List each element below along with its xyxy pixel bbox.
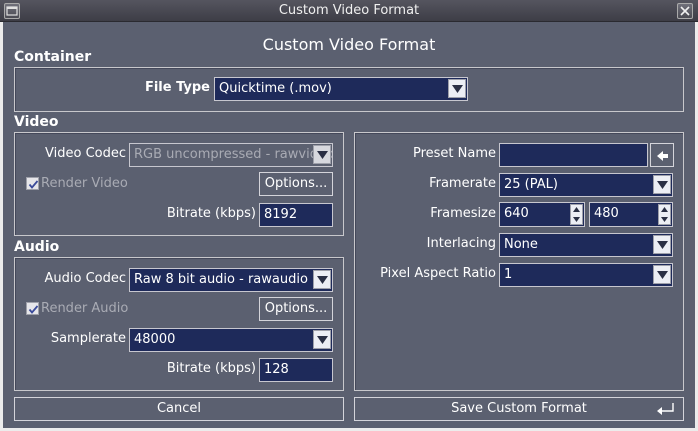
render-video-label: Render Video <box>41 176 128 191</box>
framesize-width-value: 640 <box>504 206 529 221</box>
triangle-down-icon <box>661 217 668 222</box>
audio-codec-value: Raw 8 bit audio - rawaudio <box>134 272 308 287</box>
preset-name-input[interactable] <box>499 143 648 167</box>
video-codec-dropdown-arrow[interactable] <box>313 145 331 164</box>
audio-codec-dropdown-arrow[interactable] <box>313 270 331 289</box>
audio-bitrate-input[interactable]: 128 <box>259 358 333 382</box>
audio-bitrate-label: Bitrate (kbps) <box>166 361 256 376</box>
dialog-heading: Custom Video Format <box>262 35 436 54</box>
spin-down-button[interactable] <box>659 215 670 224</box>
video-bitrate-label: Bitrate (kbps) <box>166 206 256 221</box>
video-codec-dropdown[interactable]: RGB uncompressed - rawvideo <box>129 143 333 167</box>
preset-add-button[interactable] <box>650 143 674 167</box>
enter-return-icon <box>657 403 674 415</box>
samplerate-dropdown-arrow[interactable] <box>313 330 331 349</box>
spin-down-button[interactable] <box>571 215 582 224</box>
audio-section-label: Audio <box>14 239 60 255</box>
interlacing-label: Interlacing <box>426 236 496 251</box>
framerate-label: Framerate <box>429 176 496 191</box>
spin-up-button[interactable] <box>659 205 670 214</box>
triangle-down-icon <box>657 181 668 189</box>
arrow-left-icon <box>657 151 668 161</box>
close-button[interactable] <box>677 3 693 19</box>
window-title: Custom Video Format <box>278 3 420 18</box>
save-custom-format-label: Save Custom Format <box>451 401 587 416</box>
triangle-down-icon <box>317 151 328 159</box>
interlacing-dropdown-arrow[interactable] <box>653 235 671 254</box>
interlacing-value: None <box>504 237 538 252</box>
framesize-height-input[interactable]: 480 <box>589 202 673 227</box>
samplerate-value: 48000 <box>134 332 176 347</box>
render-audio-label: Render Audio <box>41 301 129 316</box>
triangle-down-icon <box>573 217 580 222</box>
triangle-up-icon <box>661 207 668 212</box>
triangle-down-icon <box>317 336 328 344</box>
framerate-dropdown[interactable]: 25 (PAL) <box>499 173 673 197</box>
cancel-button[interactable]: Cancel <box>14 397 344 421</box>
title-bar[interactable]: Custom Video Format <box>0 0 698 22</box>
check-icon <box>28 305 39 314</box>
file-type-label: File Type <box>144 80 210 95</box>
triangle-down-icon <box>317 276 328 284</box>
interlacing-dropdown[interactable]: None <box>499 233 673 257</box>
samplerate-label: Samplerate <box>50 331 126 346</box>
samplerate-dropdown[interactable]: 48000 <box>129 328 333 352</box>
framesize-width-input[interactable]: 640 <box>499 202 585 227</box>
pixel-aspect-ratio-value: 1 <box>504 267 513 282</box>
render-video-checkbox[interactable] <box>26 177 39 190</box>
file-type-dropdown[interactable]: Quicktime (.mov) <box>214 77 468 101</box>
framerate-value: 25 (PAL) <box>504 177 558 192</box>
framesize-width-spinner[interactable] <box>570 204 583 225</box>
pixel-aspect-ratio-dropdown-arrow[interactable] <box>653 265 671 284</box>
render-audio-checkbox[interactable] <box>26 302 39 315</box>
framesize-label: Framesize <box>430 206 496 221</box>
audio-options-button[interactable]: Options... <box>259 297 333 321</box>
audio-codec-dropdown[interactable]: Raw 8 bit audio - rawaudio <box>129 268 333 292</box>
framesize-height-spinner[interactable] <box>658 204 671 225</box>
close-icon <box>680 6 690 16</box>
triangle-down-icon <box>657 241 668 249</box>
video-codec-label: Video Codec <box>45 146 126 161</box>
triangle-down-icon <box>657 271 668 279</box>
container-section-label: Container <box>14 49 92 65</box>
pixel-aspect-ratio-label: Pixel Aspect Ratio <box>380 266 496 281</box>
framesize-height-value: 480 <box>594 206 619 221</box>
spin-up-button[interactable] <box>571 205 582 214</box>
video-options-button[interactable]: Options... <box>259 172 333 196</box>
pixel-aspect-ratio-dropdown[interactable]: 1 <box>499 263 673 287</box>
preset-name-label: Preset Name <box>412 146 496 161</box>
check-icon <box>28 180 39 189</box>
triangle-up-icon <box>573 207 580 212</box>
video-section-label: Video <box>14 114 59 130</box>
video-bitrate-input[interactable]: 8192 <box>259 203 333 227</box>
file-type-value: Quicktime (.mov) <box>219 81 332 96</box>
file-type-dropdown-arrow[interactable] <box>448 79 466 98</box>
triangle-down-icon <box>452 85 463 93</box>
preset-group <box>354 132 684 391</box>
video-codec-value: RGB uncompressed - rawvideo <box>134 147 333 162</box>
audio-codec-label: Audio Codec <box>44 271 126 286</box>
save-custom-format-button[interactable]: Save Custom Format <box>354 397 684 421</box>
framerate-dropdown-arrow[interactable] <box>653 175 671 194</box>
